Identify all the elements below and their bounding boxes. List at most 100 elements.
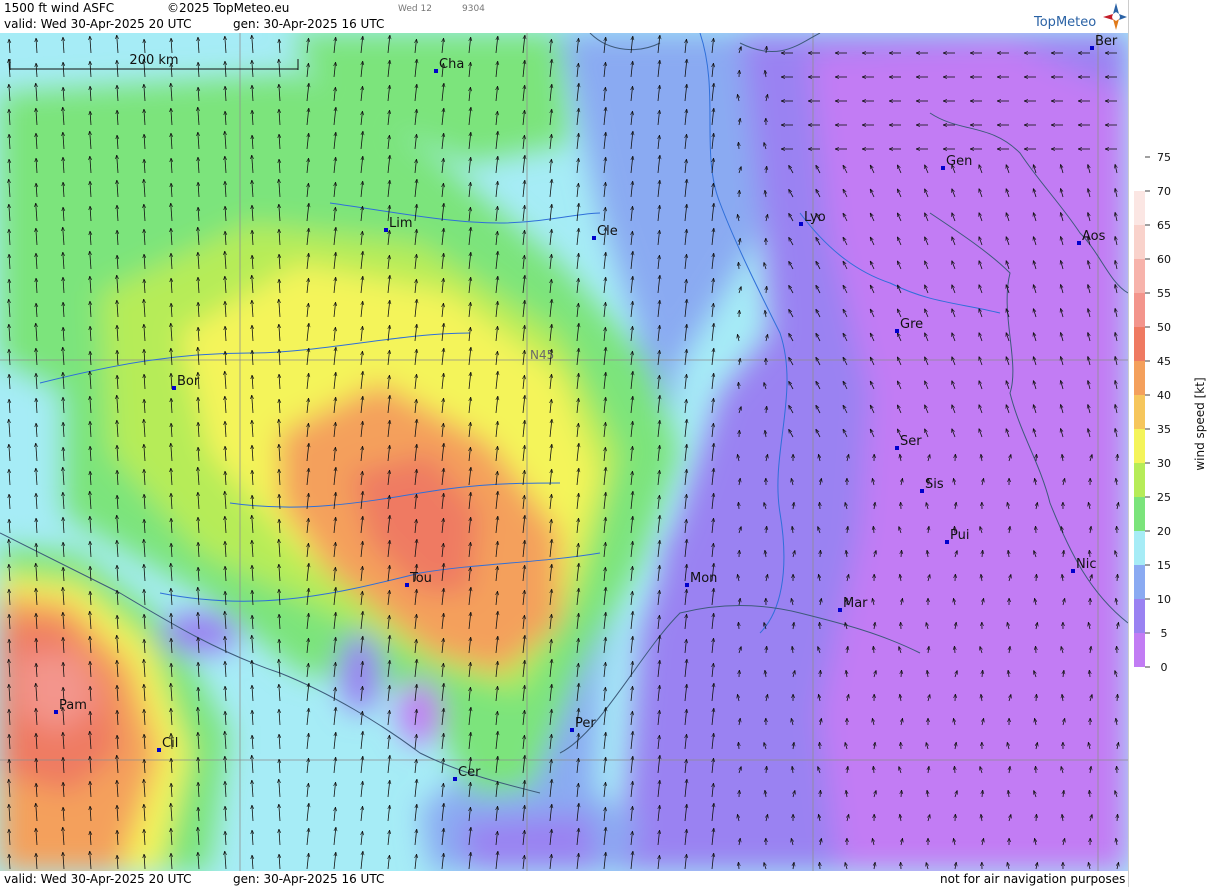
city-label-sis: Sis (925, 477, 944, 492)
legend-swatch (1134, 633, 1145, 667)
city-label-pam: Pam (59, 698, 87, 713)
wind-arrow (820, 742, 821, 749)
legend-tick-label: 25 (1157, 491, 1171, 504)
wind-arrow (1036, 526, 1037, 533)
legend-swatch (1134, 293, 1145, 327)
legend-tick-label: 75 (1157, 151, 1171, 164)
legend-tick-label: 50 (1157, 321, 1171, 334)
legend-tick-label: 35 (1157, 423, 1171, 436)
legend-tick-label: 40 (1157, 389, 1171, 402)
city-marker-nic (1071, 569, 1075, 573)
wind-speed-legend: 757065605550454035302520151050 wind spee… (1128, 0, 1219, 887)
city-marker-mar (838, 608, 842, 612)
legend-swatch (1134, 565, 1145, 599)
city-label-tou: Tou (409, 571, 432, 586)
city-label-aos: Aos (1082, 229, 1106, 244)
run-code: 9304 (462, 4, 485, 14)
legend-title: wind speed [kt] (1193, 377, 1207, 470)
city-marker-ser (895, 446, 899, 450)
wind-arrow (820, 550, 821, 557)
city-marker-sis (920, 489, 924, 493)
city-label-cle: Cle (597, 224, 618, 239)
footer-valid-time: valid: Wed 30-Apr-2025 20 UTC (4, 872, 191, 886)
legend-tick-label: 60 (1157, 253, 1171, 266)
city-label-pui: Pui (950, 528, 969, 543)
legend-tick-label: 65 (1157, 219, 1171, 232)
header-bar: 1500 ft wind ASFC ©2025 TopMeteo.eu vali… (0, 0, 1128, 33)
legend-tick-label: 45 (1157, 355, 1171, 368)
legend-swatch (1134, 497, 1145, 531)
legend-swatch (1134, 327, 1145, 361)
city-label-gre: Gre (900, 317, 923, 332)
city-marker-mon (685, 583, 689, 587)
generated-time: gen: 30-Apr-2025 16 UTC (233, 17, 384, 31)
copyright: ©2025 TopMeteo.eu (167, 1, 289, 15)
run-day: Wed 12 (398, 4, 432, 14)
wind-arrow (1036, 574, 1037, 581)
legend-swatch (1134, 429, 1145, 463)
valid-time: valid: Wed 30-Apr-2025 20 UTC (4, 17, 191, 31)
city-marker-pui (945, 540, 949, 544)
city-marker-cil (157, 748, 161, 752)
disclaimer: not for air navigation purposes (940, 872, 1125, 886)
legend-tick-label: 15 (1157, 559, 1171, 572)
city-label-gen: Gen (946, 154, 972, 169)
city-marker-cha (434, 69, 438, 73)
wind-arrow (1036, 694, 1037, 701)
wind-arrow (1036, 646, 1037, 653)
wind-arrow (820, 790, 821, 797)
city-marker-tou (405, 583, 409, 587)
city-marker-gre (895, 329, 899, 333)
product-title: 1500 ft wind ASFC (4, 1, 114, 15)
legend-tick-label: 10 (1157, 593, 1171, 606)
legend-swatch (1134, 361, 1145, 395)
city-label-cha: Cha (439, 57, 464, 72)
city-label-bor: Bor (177, 374, 200, 389)
wind-arrow (1036, 766, 1037, 773)
city-label-ser: Ser (900, 434, 922, 449)
compass-star-icon (1030, 2, 1128, 32)
city-marker-lim (384, 228, 388, 232)
legend-tick-label: 5 (1161, 627, 1168, 640)
legend-swatch (1134, 463, 1145, 497)
city-marker-cle (592, 236, 596, 240)
legend-swatch (1134, 225, 1145, 259)
legend-swatch (1134, 395, 1145, 429)
city-label-lyo: Lyo (804, 210, 826, 225)
wind-arrow (820, 862, 821, 869)
legend-tick-label: 30 (1157, 457, 1171, 470)
city-label-per: Per (575, 716, 596, 731)
city-label-mar: Mar (843, 596, 868, 611)
legend-swatch (1134, 531, 1145, 565)
city-marker-aos (1077, 241, 1081, 245)
wind-arrow (1036, 454, 1037, 461)
legend-swatch (1134, 191, 1145, 225)
city-marker-cer (453, 777, 457, 781)
city-label-cil: Cil (162, 736, 178, 751)
city-marker-lyo (799, 222, 803, 226)
wind-arrow (820, 670, 821, 677)
legend-swatch (1134, 599, 1145, 633)
city-label-mon: Mon (690, 571, 717, 586)
wind-arrow (820, 502, 821, 509)
legend-panel: 757065605550454035302520151050 wind spee… (1128, 0, 1219, 887)
city-label-cer: Cer (458, 765, 481, 780)
city-marker-per (570, 728, 574, 732)
footer-bar: valid: Wed 30-Apr-2025 20 UTC gen: 30-Ap… (0, 871, 1128, 887)
wind-map[interactable]: N45 200 km ChaBerGenLimCleLyoAosGreBorSe… (0, 33, 1128, 871)
legend-swatch (1134, 259, 1145, 293)
scale-bar-label: 200 km (129, 53, 178, 68)
legend-tick-label: 70 (1157, 185, 1171, 198)
legend-tick-label: 55 (1157, 287, 1171, 300)
city-marker-gen (941, 166, 945, 170)
wind-arrow (820, 622, 821, 629)
city-marker-pam (54, 710, 58, 714)
city-label-lim: Lim (389, 216, 413, 231)
footer-generated-time: gen: 30-Apr-2025 16 UTC (233, 872, 384, 886)
legend-tick-label: 0 (1161, 661, 1168, 674)
city-label-ber: Ber (1095, 34, 1118, 49)
city-label-nic: Nic (1076, 557, 1096, 572)
city-marker-ber (1090, 46, 1094, 50)
topmeteo-logo[interactable]: TopMeteo (1030, 2, 1128, 32)
wind-arrow (1036, 814, 1037, 821)
